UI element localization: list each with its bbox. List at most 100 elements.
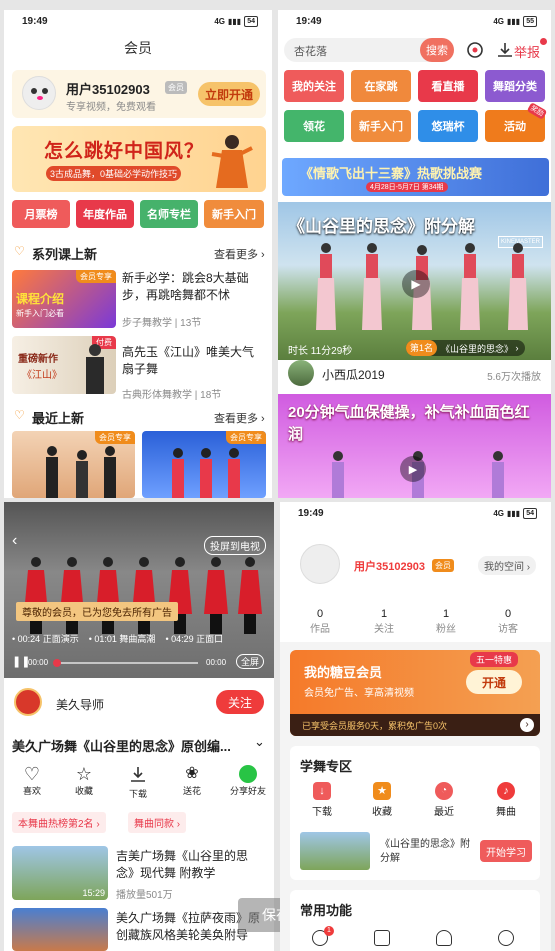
music-icon: ♪	[497, 782, 515, 800]
stat-following[interactable]: 1 关注	[364, 608, 404, 635]
chapter-markers[interactable]: • 00:24 正面演示 • 01:01 舞曲高潮 • 04:29 正面口	[12, 632, 274, 645]
category-pill-3[interactable]: 名师专栏	[140, 200, 198, 228]
ad-free-notice: 尊敬的会员，已为您免去所有广告	[16, 602, 178, 621]
dancers-image	[24, 557, 262, 634]
list-item[interactable]: 15:29 吉美广场舞《山谷里的思念》现代舞 附教学 播放量501万	[12, 846, 272, 902]
grid-item-3[interactable]: 看直播	[418, 70, 478, 102]
search-button[interactable]: 搜索	[420, 38, 454, 62]
action-like[interactable]: ♡ 喜欢	[14, 764, 50, 797]
play-count: 5.6万次播放	[487, 372, 541, 383]
back-arrow-icon[interactable]: ‹	[12, 532, 17, 550]
hot-rank-tag[interactable]: 本舞曲热榜第2名 ›	[12, 812, 106, 833]
grid-item-2[interactable]: 在家跳	[351, 70, 411, 102]
search-input[interactable]: 杏花落	[294, 43, 327, 59]
flower-icon[interactable]	[436, 930, 452, 946]
progress-bar[interactable]	[53, 659, 198, 667]
list-item[interactable]: 美久广场舞《拉萨夜雨》原创藏族风格美轮美奂附导	[12, 908, 272, 951]
challenge-banner[interactable]: 《情歌飞出十三寨》热歌挑战赛 4月28日-5月7日 第34期	[282, 158, 549, 196]
video-card[interactable]: 20分钟气血保健操，补气补血面色红润 ▶	[278, 394, 551, 498]
category-pill-4[interactable]: 新手入门	[204, 200, 264, 228]
vip-card[interactable]: 我的糖豆会员 会员免广告、享高清视频 五一特惠 开通 已享受会员服务0天，累积免…	[290, 650, 540, 736]
video-card[interactable]: 《山谷里的思念》附分解 KINEMASTER ▶ 时长 11分29秒 第1名 《…	[278, 202, 551, 360]
learn-download[interactable]: ↓ 下载	[304, 782, 340, 818]
video-title: 《山谷里的思念》附分解	[288, 217, 475, 236]
status-bar: 19:49 4G ▮▮▮ 54	[280, 502, 551, 524]
start-learning-button[interactable]: 开始学习	[480, 840, 532, 862]
member-username: 用户35102903	[66, 82, 150, 97]
stat-works[interactable]: 0 作品	[300, 608, 340, 635]
same-song-tag[interactable]: 舞曲同款 ›	[128, 812, 187, 833]
play-button[interactable]: ▶	[400, 456, 426, 482]
follow-button[interactable]: 关注	[216, 690, 264, 714]
promo-banner[interactable]: 怎么跳好中国风？ 3古成品舞，0基础必学动作技巧	[12, 126, 266, 192]
course-title: 新手必学：跳会8大基础步，再跳啥舞都不怵	[122, 271, 249, 302]
grid-item-6[interactable]: 新手入门	[351, 110, 411, 142]
category-pill-1[interactable]: 月票榜	[12, 200, 70, 228]
chevron-right-icon: ›	[520, 718, 534, 732]
download-icon[interactable]	[496, 41, 514, 59]
vip-status-bar[interactable]: 已享受会员服务0天，累积免广告0次 ›	[290, 714, 540, 736]
clock-icon: ◔	[435, 782, 453, 800]
action-collect[interactable]: ☆ 收藏	[66, 764, 102, 797]
open-vip-button[interactable]: 开通	[466, 670, 522, 694]
avatar-face-icon	[31, 88, 48, 100]
grid-item-1[interactable]: 我的关注	[284, 70, 344, 102]
progress-handle[interactable]	[53, 659, 61, 667]
rank-badge[interactable]: 第1名 《山谷里的思念》 ›	[406, 340, 525, 356]
player-panel: ‹ 投屏到电视 尊敬的会员，已为您免去所有广告 • 00:24 正面演示 • 0…	[4, 502, 274, 951]
grid-item-7[interactable]: 悠瑞杯	[418, 110, 478, 142]
course-meta: 步子舞教学 | 13节	[122, 318, 202, 329]
author-name[interactable]: 小西瓜2019	[322, 366, 385, 383]
see-more-link[interactable]: 查看更多 ›	[214, 410, 265, 426]
author-avatar[interactable]	[288, 360, 314, 386]
fullscreen-button[interactable]: 全屏	[236, 654, 265, 669]
report-link[interactable]: 举报	[514, 42, 540, 61]
list-item[interactable]: 付费 重磅新作 《江山》 高先玉《江山》唯美大气扇子舞 古典形体舞教学 | 18…	[12, 334, 268, 401]
course-thumbnail: 会员专享 课程介绍 新手入门必看	[12, 270, 116, 328]
learn-recent[interactable]: ◔ 最近	[426, 782, 462, 818]
course-title: 《山谷里的思念》附分解	[380, 839, 470, 864]
grid-item-5[interactable]: 领花	[284, 110, 344, 142]
course-badge: 会员专享	[226, 431, 266, 444]
action-share[interactable]: 分享好友	[226, 764, 270, 797]
chevron-down-icon[interactable]: ⌄	[254, 734, 265, 750]
teacher-name[interactable]: 美久导师	[56, 696, 104, 713]
battery-icon: 54	[523, 507, 537, 519]
download-icon: ↓	[313, 782, 331, 800]
star-icon: ☆	[75, 764, 93, 784]
recent-video-thumbnail[interactable]: 会员专享	[12, 431, 135, 498]
my-space-button[interactable]: 我的空间 ›	[478, 556, 537, 575]
teacher-avatar[interactable]	[14, 688, 42, 716]
play-button[interactable]: ▶	[402, 270, 430, 298]
signal-icon: ▮▮▮	[506, 16, 521, 26]
list-item[interactable]: 会员专享 课程介绍 新手入门必看 新手必学：跳会8大基础步，再跳啥舞都不怵 步子…	[12, 268, 268, 330]
cast-to-tv-button[interactable]: 投屏到电视	[204, 536, 266, 555]
leaf-icon[interactable]	[498, 930, 514, 946]
course-thumbnail[interactable]	[300, 832, 370, 870]
action-flower[interactable]: ❀ 送花	[174, 764, 210, 797]
star-icon: ★	[373, 782, 391, 800]
grid-item-4[interactable]: 舞蹈分类	[485, 70, 545, 102]
learn-music[interactable]: ♪ 舞曲	[488, 782, 524, 818]
member-user-card[interactable]: 用户35102903 会员 专享视频，免费观看 立即开通	[12, 70, 266, 118]
search-bar[interactable]: 杏花落 搜索	[284, 38, 454, 62]
member-panel: 19:49 4G ▮▮▮ 54 会员 用户35102903 会员 专享视频，免费观看…	[4, 10, 272, 498]
home-panel: 19:49 4G ▮▮▮ 55 杏花落 搜索 举报 我的关注 在家跳 看直播 舞蹈分…	[278, 10, 551, 498]
status-time: 19:49	[298, 507, 324, 519]
avatar[interactable]	[300, 544, 340, 584]
stat-followers[interactable]: 1 粉丝	[426, 608, 466, 635]
signal-icon: ▮▮▮	[506, 508, 521, 518]
stat-visitors[interactable]: 0 访客	[488, 608, 528, 635]
vip-card-subtitle: 会员免广告、享高清视频	[304, 688, 414, 699]
video-player[interactable]: ‹ 投屏到电视 尊敬的会员，已为您免去所有广告 • 00:24 正面演示 • 0…	[4, 502, 274, 678]
open-vip-button[interactable]: 立即开通	[198, 82, 260, 106]
flower-icon: ❀	[185, 765, 199, 782]
recent-video-thumbnail[interactable]: 会员专享	[142, 431, 266, 498]
learn-collect[interactable]: ★ 收藏	[364, 782, 400, 818]
target-icon[interactable]	[466, 41, 484, 59]
see-more-link[interactable]: 查看更多 ›	[214, 246, 265, 262]
avatar	[22, 76, 56, 110]
gift-icon[interactable]	[374, 930, 390, 946]
category-pill-2[interactable]: 年度作品	[76, 200, 134, 228]
action-download[interactable]: 下载	[120, 764, 156, 800]
